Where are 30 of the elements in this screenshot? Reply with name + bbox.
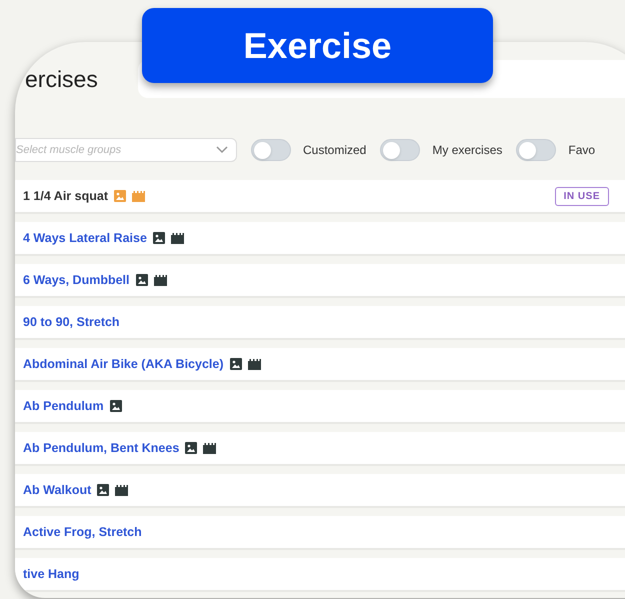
exercise-row[interactable]: tive Hang bbox=[15, 558, 625, 592]
exercise-name: Abdominal Air Bike (AKA Bicycle) bbox=[23, 356, 224, 373]
exercise-name: 1 1/4 Air squat bbox=[23, 188, 108, 205]
exercise-name: tive Hang bbox=[23, 566, 80, 583]
exercise-row[interactable]: Active Frog, Stretch bbox=[15, 516, 625, 550]
exercise-name: 4 Ways Lateral Raise bbox=[23, 230, 147, 247]
exercise-name: Ab Pendulum bbox=[23, 398, 104, 415]
exercise-row[interactable]: 6 Ways, Dumbbell bbox=[15, 264, 625, 298]
exercise-row[interactable]: Ab Pendulum, Bent Knees bbox=[15, 432, 625, 466]
toggle-label: My exercises bbox=[432, 142, 502, 159]
exercise-row[interactable]: 1 1/4 Air squat IN USE bbox=[15, 180, 625, 214]
toggle-switch[interactable] bbox=[380, 139, 420, 161]
exercise-row[interactable]: 90 to 90, Stretch bbox=[15, 306, 625, 340]
page-title: ercises bbox=[25, 64, 98, 94]
chevron-down-icon bbox=[216, 146, 228, 154]
exercise-name: Ab Pendulum, Bent Knees bbox=[23, 440, 180, 457]
exercise-name: Active Frog, Stretch bbox=[23, 524, 142, 541]
exercise-name: 6 Ways, Dumbbell bbox=[23, 272, 130, 289]
exercise-row[interactable]: Ab Pendulum bbox=[15, 390, 625, 424]
exercise-row[interactable]: 4 Ways Lateral Raise bbox=[15, 222, 625, 256]
title-banner: Exercise bbox=[142, 8, 493, 83]
exercise-row[interactable]: Abdominal Air Bike (AKA Bicycle) bbox=[15, 348, 625, 382]
toggle-switch[interactable] bbox=[516, 139, 556, 161]
toggle-label: Customized bbox=[303, 142, 366, 159]
exercise-row[interactable]: Ab Walkout bbox=[15, 474, 625, 508]
exercise-name: Ab Walkout bbox=[23, 482, 92, 499]
exercise-name: 90 to 90, Stretch bbox=[23, 314, 120, 331]
in-use-badge: IN USE bbox=[554, 186, 609, 206]
toggle-switch[interactable] bbox=[251, 139, 291, 161]
toggle-label: Favo bbox=[568, 142, 596, 159]
